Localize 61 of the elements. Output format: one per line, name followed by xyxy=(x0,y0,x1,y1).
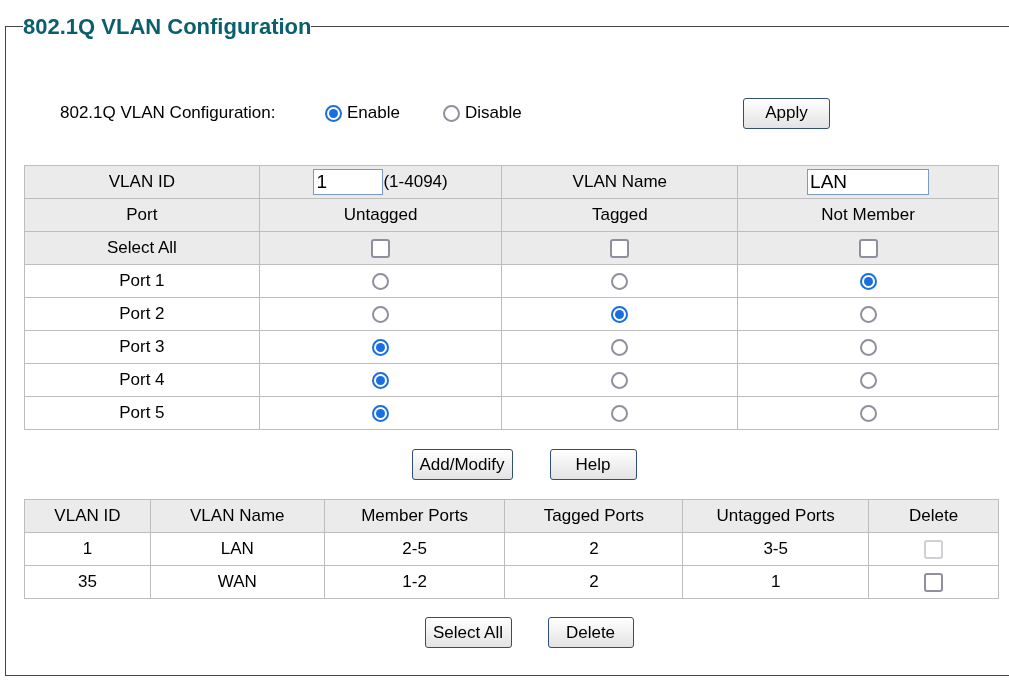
button[interactable]: Delete xyxy=(547,617,634,648)
radio-button[interactable] xyxy=(859,404,877,422)
table-cell: 2-5 xyxy=(324,532,505,566)
table-cell: 2 xyxy=(504,565,683,599)
column-header: VLAN Name xyxy=(150,499,325,533)
table-cell: Port 5 xyxy=(24,396,260,430)
radio-button[interactable] xyxy=(372,272,390,290)
checkbox[interactable] xyxy=(371,238,391,258)
column-header: Untagged xyxy=(259,198,502,232)
radio-button[interactable] xyxy=(443,104,460,122)
table-cell: WAN xyxy=(150,565,325,599)
column-header: Member Ports xyxy=(324,499,505,533)
radio-label: Disable xyxy=(465,102,522,125)
range-hint: (1-4094) xyxy=(383,171,448,194)
table-cell: 3-5 xyxy=(682,532,869,566)
radio-label: Enable xyxy=(347,102,400,125)
vlan-name-field[interactable]: LAN xyxy=(807,168,930,195)
table-cell: VLAN ID xyxy=(24,165,260,199)
column-header: Delete xyxy=(868,499,999,533)
table-cell: Port 4 xyxy=(24,363,260,397)
table-cell: 2 xyxy=(504,532,683,566)
table-cell: LAN xyxy=(150,532,325,566)
column-header: Not Member xyxy=(737,198,999,232)
table-cell: Port 3 xyxy=(24,330,260,364)
radio-button[interactable] xyxy=(372,404,390,422)
table-cell: Select All xyxy=(24,231,260,265)
radio-button[interactable] xyxy=(611,404,629,422)
radio-button[interactable] xyxy=(611,305,629,323)
button[interactable]: Add/Modify xyxy=(411,449,513,480)
table-cell: Port 2 xyxy=(24,297,260,331)
table-cell: 35 xyxy=(24,565,151,599)
radio-button[interactable] xyxy=(859,272,877,290)
table-cell: 1 xyxy=(24,532,151,566)
column-header: Tagged Ports xyxy=(504,499,683,533)
section-title: 802.1Q VLAN Configuration xyxy=(23,13,312,41)
column-header: Tagged xyxy=(502,198,738,232)
table-cell: 1 xyxy=(682,565,869,599)
column-header: Untagged Ports xyxy=(682,499,869,533)
vlan-id-field[interactable]: 1 xyxy=(313,169,384,195)
checkbox[interactable] xyxy=(858,238,878,258)
radio-button[interactable] xyxy=(859,371,877,389)
table-cell: VLAN Name xyxy=(502,165,738,199)
button[interactable]: Select All xyxy=(424,617,512,648)
radio-button[interactable] xyxy=(372,305,390,323)
radio-button[interactable] xyxy=(611,338,629,356)
field-label: 802.1Q VLAN Configuration: xyxy=(60,102,277,125)
checkbox[interactable] xyxy=(610,238,630,258)
column-header: VLAN ID xyxy=(24,499,151,533)
button[interactable]: Apply xyxy=(743,97,830,129)
radio-button[interactable] xyxy=(859,338,877,356)
radio-button[interactable] xyxy=(611,272,629,290)
radio-button[interactable] xyxy=(325,104,342,122)
radio-button[interactable] xyxy=(859,305,877,323)
radio-button[interactable] xyxy=(611,371,629,389)
column-header: Port xyxy=(24,198,260,232)
button[interactable]: Help xyxy=(549,449,637,480)
checkbox[interactable] xyxy=(924,572,944,592)
table-cell: Port 1 xyxy=(24,264,260,298)
radio-button[interactable] xyxy=(372,338,390,356)
table-cell: 1-2 xyxy=(324,565,505,599)
radio-button[interactable] xyxy=(372,371,390,389)
